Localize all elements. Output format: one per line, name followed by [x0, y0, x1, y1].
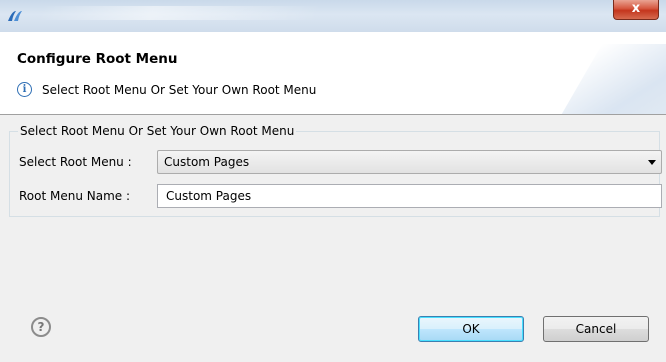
dropdown-value: Custom Pages [164, 155, 250, 169]
close-button[interactable]: x [613, 0, 659, 20]
ok-button[interactable]: OK [418, 316, 524, 342]
group-legend: Select Root Menu Or Set Your Own Root Me… [18, 124, 297, 138]
cancel-button[interactable]: Cancel [543, 316, 649, 342]
dialog-title: Configure Root Menu [17, 51, 178, 67]
dialog-header: Configure Root Menu i Select Root Menu O… [0, 32, 666, 114]
info-message: Select Root Menu Or Set Your Own Root Me… [42, 83, 317, 97]
select-root-menu-label: Select Root Menu : [19, 155, 132, 169]
close-icon: x [631, 1, 641, 16]
chevron-down-icon [648, 160, 656, 165]
select-root-menu-dropdown[interactable]: Custom Pages [157, 150, 662, 174]
help-icon[interactable]: ? [31, 317, 51, 337]
header-separator [0, 114, 666, 115]
title-bar-glass [37, 6, 323, 20]
root-menu-name-label: Root Menu Name : [19, 189, 131, 203]
info-icon: i [17, 82, 32, 97]
root-menu-name-input[interactable]: Custom Pages [157, 184, 662, 208]
root-menu-name-value: Custom Pages [166, 189, 252, 203]
title-bar: x [0, 0, 666, 32]
app-logo-icon [8, 11, 22, 21]
header-decoration [556, 44, 666, 114]
